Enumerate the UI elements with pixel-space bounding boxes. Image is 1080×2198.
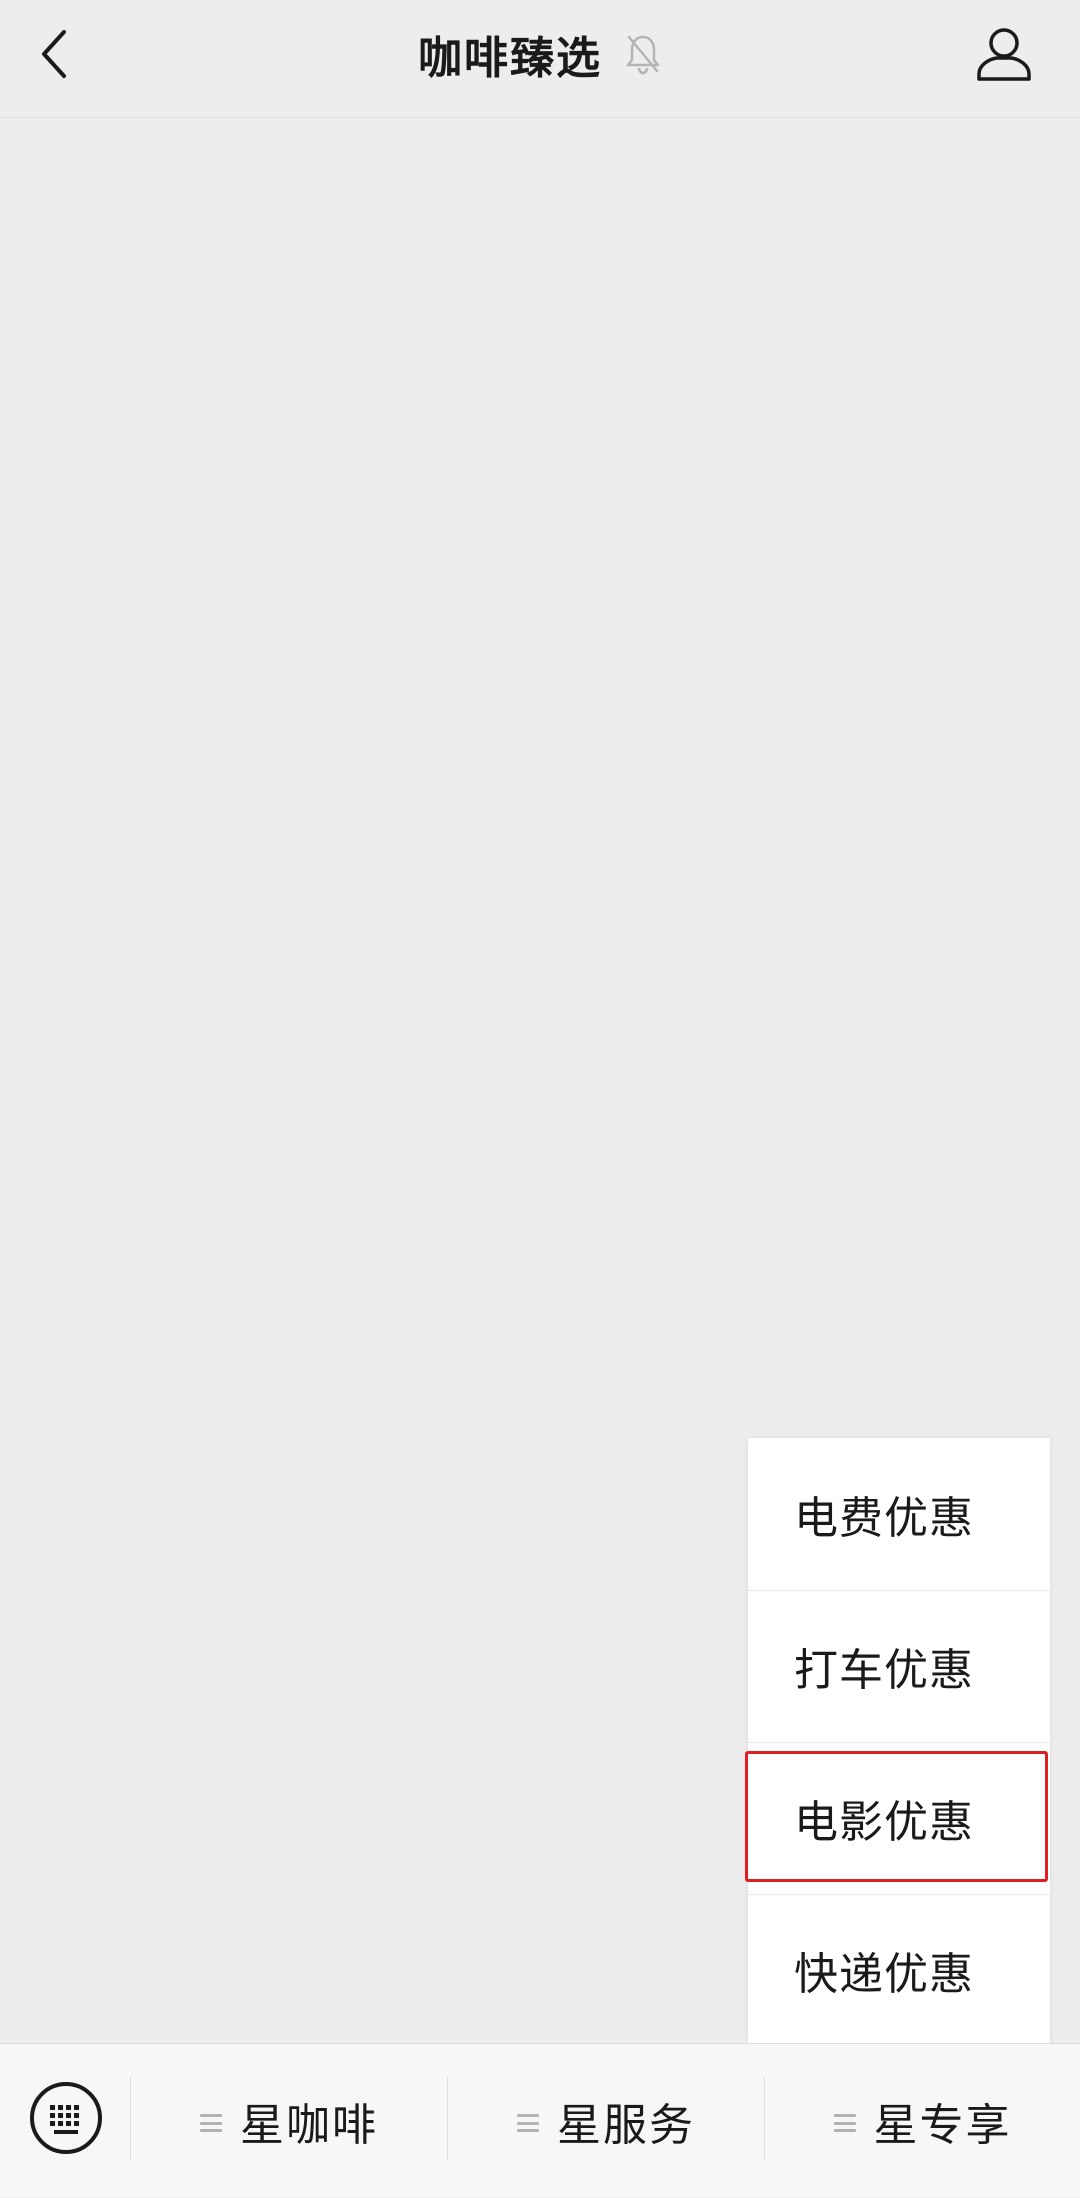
profile-button[interactable] [968, 18, 1040, 90]
menu-item-taxi-discount[interactable]: 打车优惠 [748, 1590, 1050, 1742]
tab-star-coffee[interactable]: 星咖啡 [131, 2044, 447, 2198]
back-button[interactable] [18, 18, 90, 90]
tab-star-service[interactable]: 星服务 [448, 2044, 764, 2198]
page-title: 咖啡臻选 [418, 33, 602, 84]
top-nav-bar: 咖啡臻选 [0, 0, 1080, 118]
tab-star-exclusive[interactable]: 星专享 [765, 2044, 1080, 2198]
tab-label: 星专享 [873, 2100, 1012, 2151]
menu-item-label: 快递优惠 [794, 1949, 974, 2000]
tab-label: 星服务 [557, 2100, 695, 2151]
menu-item-label: 打车优惠 [794, 1645, 974, 1696]
menu-icon [833, 2114, 856, 2132]
popup-submenu: 电费优惠 打车优惠 电影优惠 快递优惠 [748, 1438, 1050, 2043]
menu-item-label: 电费优惠 [794, 1493, 974, 1544]
chevron-left-icon [42, 30, 66, 78]
bottom-menu-bar: 星咖啡 星服务 星专享 [0, 2043, 1080, 2197]
bell-off-icon [624, 33, 662, 75]
keyboard-icon [30, 2082, 102, 2154]
menu-item-express-discount[interactable]: 快递优惠 [748, 1894, 1050, 2046]
menu-item-label: 电影优惠 [794, 1797, 974, 1848]
tab-label: 星咖啡 [240, 2100, 378, 2151]
menu-item-electricity-discount[interactable]: 电费优惠 [748, 1438, 1050, 1590]
keyboard-toggle-button[interactable] [28, 2080, 104, 2156]
title-area: 咖啡臻选 [0, 0, 1080, 108]
menu-icon [517, 2114, 539, 2132]
menu-icon [200, 2114, 222, 2132]
person-icon [977, 28, 1031, 81]
menu-item-movie-discount[interactable]: 电影优惠 [748, 1742, 1050, 1894]
